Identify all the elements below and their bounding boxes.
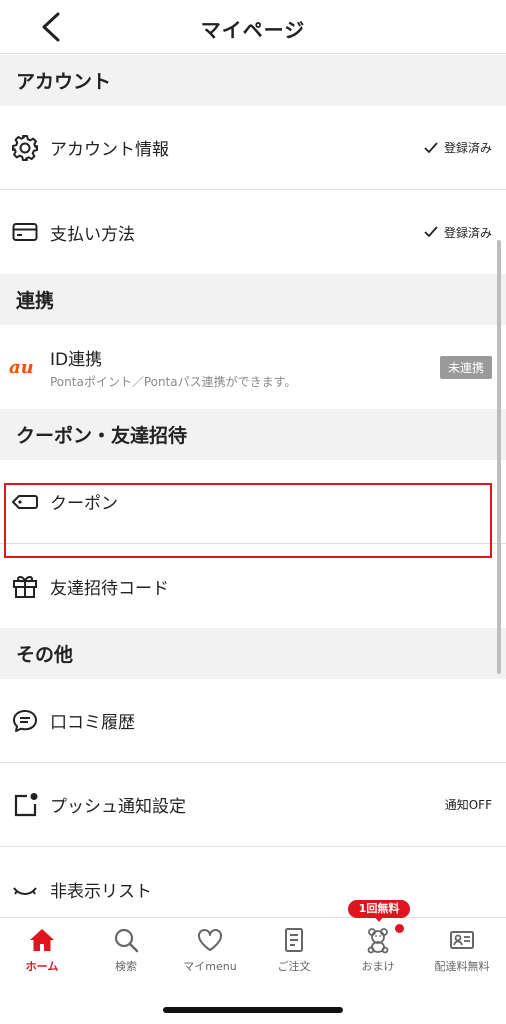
tab-free-delivery[interactable]: 配達料無料	[420, 926, 504, 984]
tab-search-label: 検索	[115, 960, 137, 973]
hidden-list-row[interactable]: 非表示リスト	[0, 847, 506, 917]
invite-code-row[interactable]: 友達招待コード	[0, 544, 506, 628]
hidden-list-label: 非表示リスト	[50, 881, 152, 902]
eye-off-icon	[11, 875, 39, 903]
unlinked-badge: 未連携	[439, 355, 492, 379]
payment-method-status: 登録済み	[424, 224, 492, 241]
reviews-label: 口コミ履歴	[50, 713, 135, 733]
check-icon	[424, 226, 438, 238]
section-header-link: 連携	[0, 274, 506, 325]
tab-orders[interactable]: ご注文	[252, 926, 336, 984]
payment-method-label: 支払い方法	[50, 224, 135, 245]
scrollbar[interactable]	[497, 240, 501, 674]
credit-card-icon	[11, 218, 39, 246]
tab-my-menu-label: マイmenu	[183, 960, 237, 973]
coupon-row[interactable]: クーポン	[0, 460, 506, 544]
tab-home-label: ホーム	[25, 960, 59, 973]
payment-method-status-text: 登録済み	[443, 225, 492, 240]
account-info-status-text: 登録済み	[443, 141, 492, 155]
account-info-row[interactable]: アカウント情報 登録済み	[0, 106, 506, 190]
section-header-coupon: クーポン・友達招待	[0, 409, 506, 460]
speech-bubble-icon	[11, 707, 39, 735]
page-title: マイページ	[200, 18, 306, 42]
reviews-row[interactable]: 口コミ履歴	[0, 679, 506, 763]
notification-dot	[395, 924, 404, 933]
svg-text:au: au	[9, 357, 34, 377]
tag-icon	[11, 488, 39, 516]
push-settings-row[interactable]: プッシュ通知設定 通知OFF	[0, 763, 506, 847]
tab-bonus[interactable]: おまけ	[336, 926, 420, 984]
promo-badge-tail	[374, 916, 384, 922]
section-header-other: その他	[0, 628, 506, 679]
check-icon	[424, 141, 438, 153]
push-settings-status: 通知OFF	[444, 798, 492, 812]
account-info-status: 登録済み	[424, 139, 492, 156]
tab-free-delivery-label: 配達料無料	[434, 960, 490, 973]
gift-icon	[11, 572, 39, 600]
invite-code-label: 友達招待コード	[50, 578, 169, 599]
notification-icon	[11, 791, 39, 819]
tab-my-menu[interactable]: マイmenu	[168, 926, 252, 984]
tab-orders-label: ご注文	[277, 960, 311, 973]
gear-icon	[11, 134, 39, 162]
id-link-description: Pontaポイント／Pontaパス連携ができます。	[50, 375, 297, 389]
au-logo: au	[8, 353, 42, 381]
push-settings-label: プッシュ通知設定	[50, 797, 186, 817]
order-icon	[285, 928, 303, 952]
account-info-label: アカウント情報	[50, 140, 169, 160]
id-link-row[interactable]: au ID連携 Pontaポイント／Pontaパス連携ができます。 未連携	[0, 325, 506, 409]
id-link-label: ID連携	[50, 350, 103, 370]
app-header: マイページ	[0, 0, 506, 54]
bear-icon	[367, 928, 389, 954]
tab-bonus-label: おまけ	[361, 960, 395, 973]
tab-search[interactable]: 検索	[84, 926, 168, 984]
payment-method-row[interactable]: 支払い方法 登録済み	[0, 190, 506, 274]
home-indicator	[163, 1007, 343, 1013]
settings-list[interactable]: アカウント アカウント情報 登録済み 支払い方法 登録済み 連携 au ID連携…	[0, 55, 506, 917]
coupon-label: クーポン	[50, 494, 118, 514]
heart-icon	[198, 929, 222, 951]
tab-home[interactable]: ホーム	[0, 926, 84, 984]
home-icon	[30, 929, 54, 951]
pass-card-icon	[450, 931, 474, 949]
section-header-account: アカウント	[0, 55, 506, 106]
search-icon	[114, 928, 139, 953]
